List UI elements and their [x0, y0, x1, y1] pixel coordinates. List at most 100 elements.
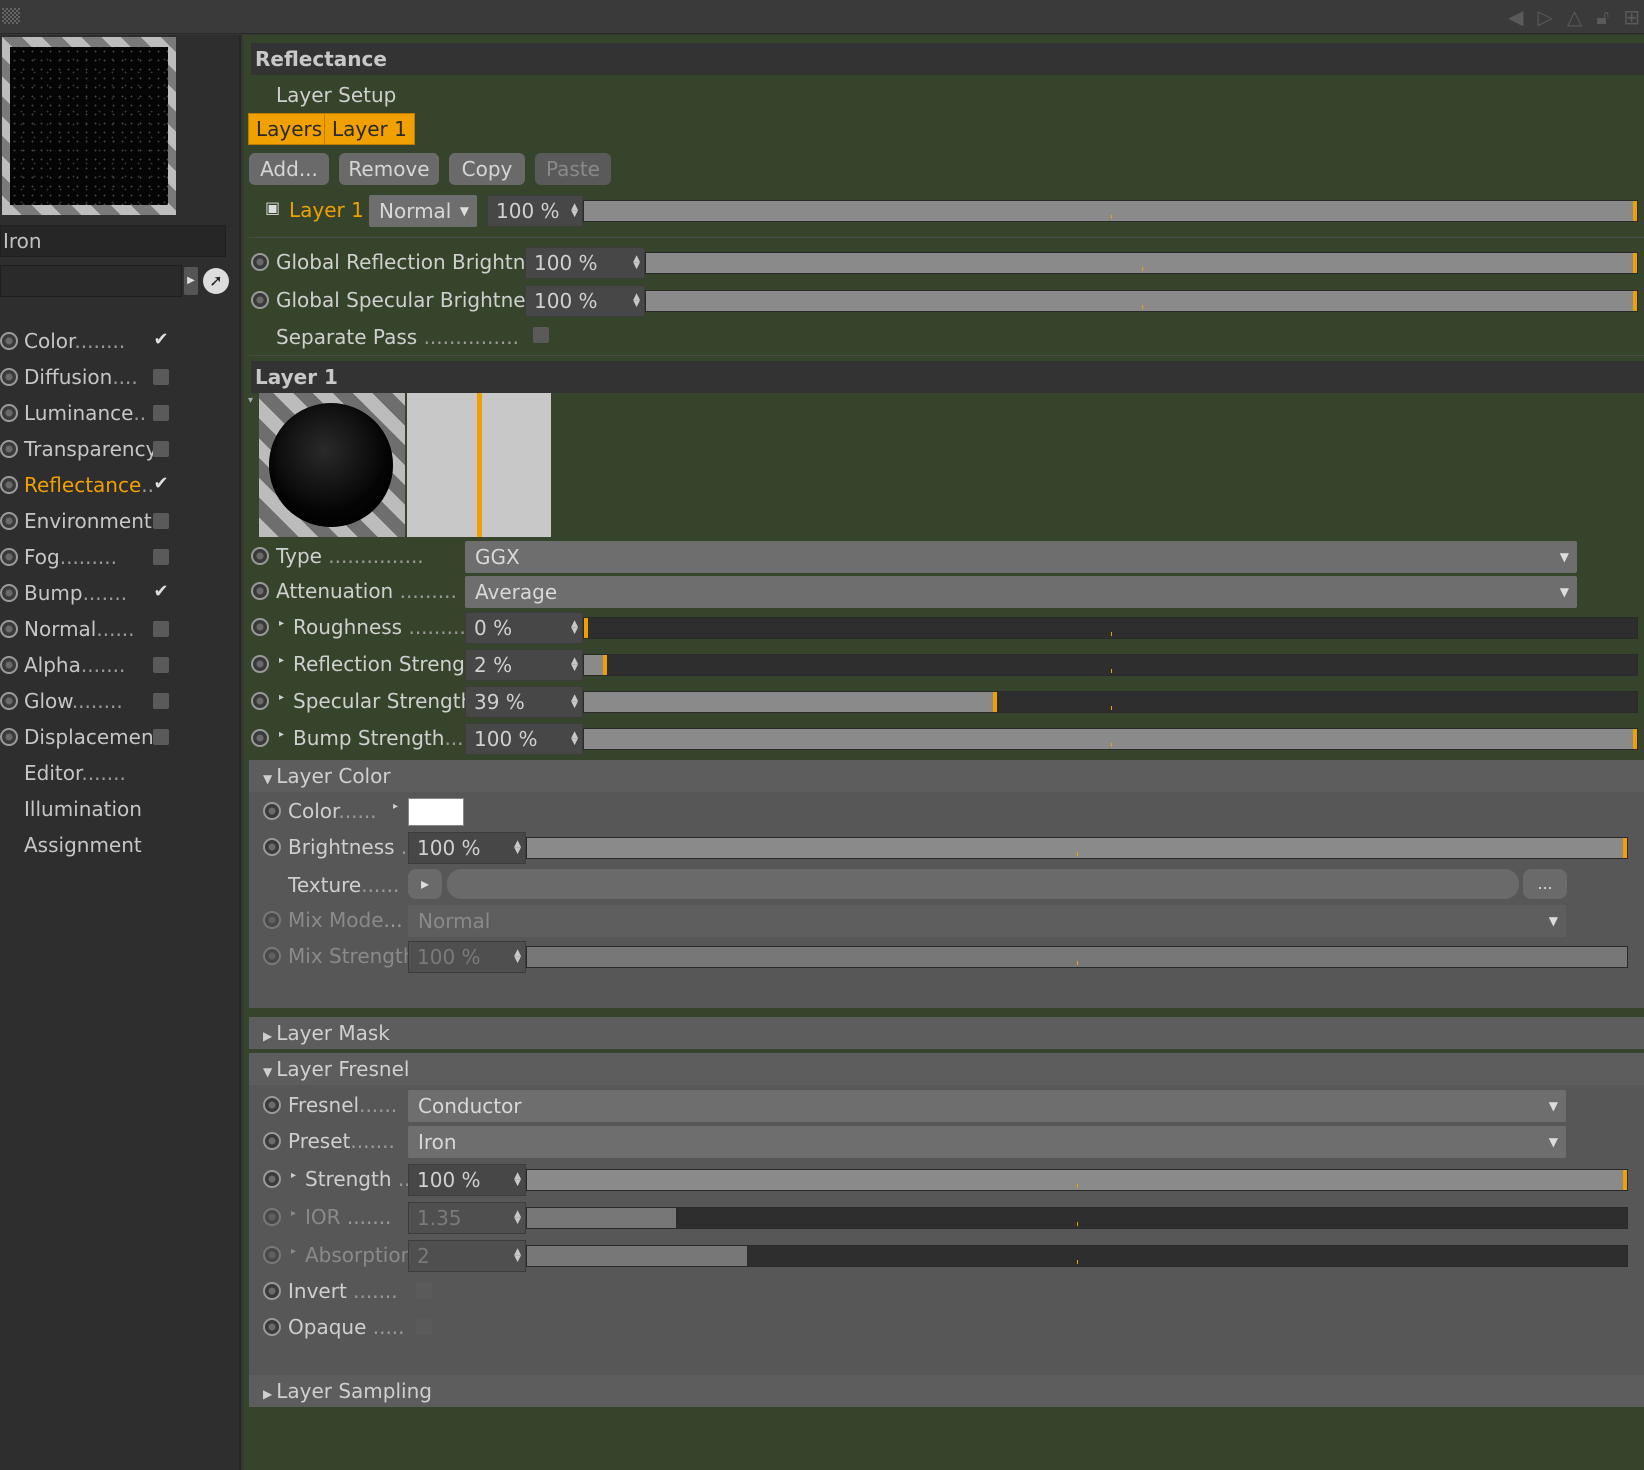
color-swatch[interactable]	[408, 798, 464, 826]
forward-arrow-icon[interactable]: ▷	[1537, 6, 1552, 28]
back-arrow-icon[interactable]: ◀	[1508, 6, 1523, 28]
expand-arrow-icon[interactable]: ▸	[291, 1170, 296, 1181]
invert-checkbox[interactable]	[416, 1283, 432, 1299]
spinner-icon[interactable]: ▲ ▼	[571, 203, 578, 219]
channel-fog[interactable]: Fog.........	[0, 539, 240, 575]
slider-handle[interactable]	[584, 618, 588, 638]
spinner-icon[interactable]: ▲ ▼	[514, 1210, 521, 1226]
animation-radio[interactable]	[263, 1282, 281, 1300]
absorption-field[interactable]: 2 ▲ ▼	[408, 1240, 526, 1272]
animation-radio[interactable]	[263, 947, 281, 965]
mix-mode-dropdown[interactable]: Normal ▼	[408, 905, 1566, 937]
layer-visibility-icon[interactable]: ▣	[265, 198, 280, 217]
strength-field[interactable]: 100 % ▲ ▼	[408, 1164, 526, 1196]
layer-opacity-slider[interactable]	[583, 200, 1638, 222]
expand-arrow-icon[interactable]: ▸	[279, 729, 284, 740]
reflection-strength-field[interactable]: 2 % ▲ ▼	[465, 649, 583, 681]
channel-checkbox[interactable]	[153, 441, 169, 457]
reflection-strength-slider[interactable]	[583, 654, 1638, 676]
tab-layer-1[interactable]: Layer 1	[324, 113, 415, 145]
channel-checkbox[interactable]	[153, 621, 169, 637]
texture-slot[interactable]	[447, 869, 1519, 899]
channel-editor[interactable]: Editor.......	[0, 755, 240, 791]
global-reflection-field[interactable]: 100 % ▲ ▼	[525, 247, 645, 279]
opaque-checkbox[interactable]	[416, 1319, 432, 1335]
animation-radio[interactable]	[0, 404, 18, 422]
absorption-slider[interactable]	[526, 1245, 1628, 1267]
animation-radio[interactable]	[0, 692, 18, 710]
channel-alpha[interactable]: Alpha.......	[0, 647, 240, 683]
expand-arrow-icon[interactable]: ▸	[279, 618, 284, 629]
animation-radio[interactable]	[263, 838, 281, 856]
animation-radio[interactable]	[0, 728, 18, 746]
animation-radio[interactable]	[251, 291, 269, 309]
slider-handle[interactable]	[1633, 729, 1637, 749]
animation-radio[interactable]	[0, 548, 18, 566]
animation-radio[interactable]	[263, 911, 281, 929]
spinner-icon[interactable]: ▲ ▼	[571, 657, 578, 673]
animation-radio[interactable]	[263, 802, 281, 820]
global-specular-field[interactable]: 100 % ▲ ▼	[525, 285, 645, 317]
layer-row-name[interactable]: Layer 1	[289, 198, 364, 222]
slider-handle[interactable]	[1623, 838, 1627, 858]
search-arrow-button[interactable]: ▶	[184, 267, 198, 295]
layer-preview[interactable]	[259, 393, 405, 537]
global-specular-slider[interactable]	[645, 290, 1638, 312]
ior-slider[interactable]	[526, 1207, 1628, 1229]
global-reflection-slider[interactable]	[645, 252, 1638, 274]
pick-cursor-icon[interactable]: ➚	[203, 268, 229, 294]
material-preview[interactable]	[2, 37, 176, 215]
mix-strength-slider[interactable]	[526, 946, 1628, 968]
animation-radio[interactable]	[0, 620, 18, 638]
animation-radio[interactable]	[251, 729, 269, 747]
brightness-field[interactable]: 100 % ▲ ▼	[408, 832, 526, 864]
group-layer-color[interactable]: ▼ Layer Color	[249, 760, 1644, 792]
strength-slider[interactable]	[526, 1169, 1628, 1191]
expand-arrow-icon[interactable]: ▸	[291, 1246, 296, 1257]
spinner-icon[interactable]: ▲ ▼	[514, 1172, 521, 1188]
preset-dropdown[interactable]: Iron ▼	[408, 1126, 1566, 1158]
spinner-icon[interactable]: ▲ ▼	[571, 731, 578, 747]
texture-browse-button[interactable]: ...	[1523, 869, 1567, 899]
group-layer-fresnel[interactable]: ▼ Layer Fresnel	[249, 1053, 1644, 1085]
channel-normal[interactable]: Normal......	[0, 611, 240, 647]
channel-reflectance[interactable]: Reflectance.. ✔	[0, 467, 240, 503]
specular-strength-slider[interactable]	[583, 691, 1638, 713]
animation-radio[interactable]	[0, 476, 18, 494]
lock-icon[interactable]: 🔓︎	[1596, 6, 1609, 28]
animation-radio[interactable]	[0, 656, 18, 674]
specular-strength-field[interactable]: 39 % ▲ ▼	[465, 686, 583, 718]
attenuation-dropdown[interactable]: Average ▼	[465, 576, 1577, 608]
remove-button[interactable]: Remove	[339, 153, 439, 185]
channel-checkbox[interactable]	[153, 513, 169, 529]
roughness-field[interactable]: 0 % ▲ ▼	[465, 612, 583, 644]
separate-pass-checkbox[interactable]	[533, 327, 549, 343]
ior-field[interactable]: 1.35 ▲ ▼	[408, 1202, 526, 1234]
spinner-icon[interactable]: ▲ ▼	[514, 949, 521, 965]
channel-displacement[interactable]: Displacement	[0, 719, 240, 755]
channel-bump[interactable]: Bump....... ✔	[0, 575, 240, 611]
expand-arrow-icon[interactable]: ▸	[279, 655, 284, 666]
checkmark-icon[interactable]: ✔	[153, 583, 169, 601]
animation-radio[interactable]	[251, 692, 269, 710]
animation-radio[interactable]	[251, 253, 269, 271]
grip-icon[interactable]	[2, 8, 20, 24]
expand-arrow-icon[interactable]: ▸	[393, 801, 398, 812]
slider-handle[interactable]	[1633, 201, 1637, 221]
animation-radio[interactable]	[263, 1246, 281, 1264]
animation-radio[interactable]	[0, 440, 18, 458]
spinner-icon[interactable]: ▲ ▼	[514, 1248, 521, 1264]
channel-checkbox[interactable]	[153, 657, 169, 673]
channel-checkbox[interactable]	[153, 369, 169, 385]
spinner-icon[interactable]: ▲ ▼	[571, 694, 578, 710]
search-input[interactable]	[0, 265, 182, 297]
layer-blend-mode-dropdown[interactable]: Normal ▼	[369, 195, 477, 227]
channel-checkbox[interactable]	[153, 729, 169, 745]
spinner-icon[interactable]: ▲ ▼	[514, 840, 521, 856]
copy-button[interactable]: Copy	[449, 153, 525, 185]
slider-handle[interactable]	[1633, 291, 1637, 311]
animation-radio[interactable]	[251, 618, 269, 636]
channel-assignment[interactable]: Assignment	[0, 827, 240, 863]
channel-color[interactable]: Color........ ✔	[0, 323, 240, 359]
channel-glow[interactable]: Glow........	[0, 683, 240, 719]
